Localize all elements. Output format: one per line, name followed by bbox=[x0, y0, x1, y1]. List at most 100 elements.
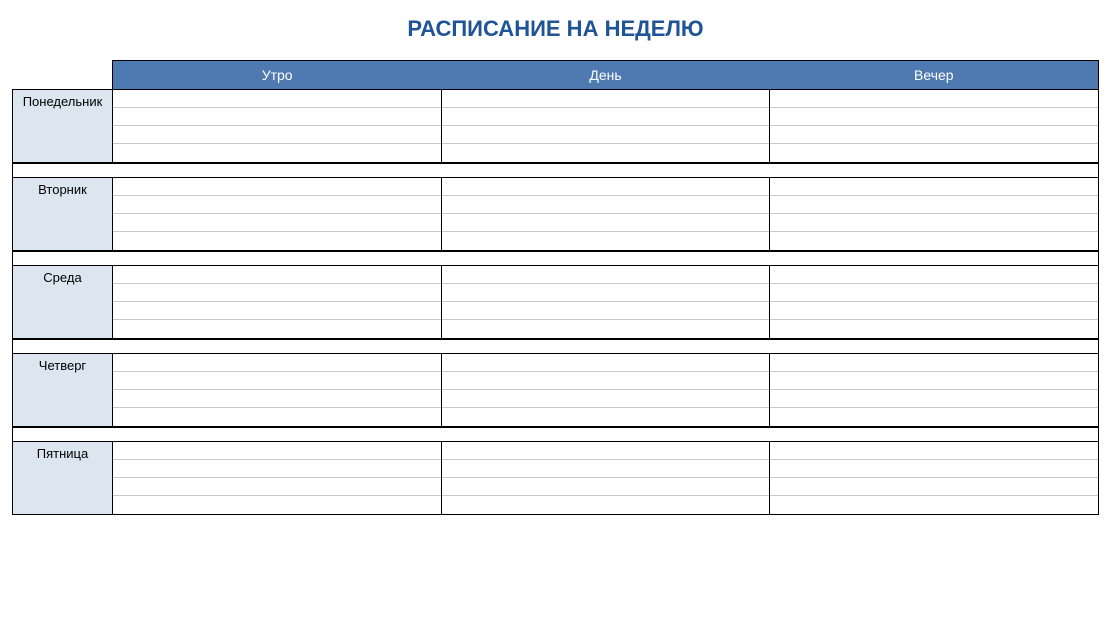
day-block-monday: Понедельник bbox=[12, 89, 1099, 163]
slot-row bbox=[770, 372, 1098, 390]
slot-row bbox=[442, 302, 770, 320]
slot-row bbox=[770, 354, 1098, 372]
slot-row bbox=[113, 390, 441, 408]
day-slots bbox=[113, 90, 1098, 162]
day-slots bbox=[113, 178, 1098, 250]
slot-row bbox=[113, 90, 441, 108]
col-evening: Вечер bbox=[770, 61, 1098, 89]
slot-row bbox=[113, 460, 441, 478]
slot-row bbox=[442, 214, 770, 232]
slot-row bbox=[442, 232, 770, 250]
day-label-monday: Понедельник bbox=[13, 90, 113, 162]
slot-row bbox=[770, 478, 1098, 496]
slot-row bbox=[770, 196, 1098, 214]
slot-row bbox=[113, 126, 441, 144]
slot-row bbox=[770, 320, 1098, 338]
slot-row bbox=[770, 460, 1098, 478]
slot-row bbox=[770, 90, 1098, 108]
time-headers: Утро День Вечер bbox=[112, 60, 1099, 89]
slot-morning[interactable] bbox=[113, 178, 441, 250]
day-slots bbox=[113, 266, 1098, 338]
slot-row bbox=[442, 126, 770, 144]
slot-row bbox=[442, 496, 770, 514]
slot-row bbox=[442, 144, 770, 162]
slot-row bbox=[442, 90, 770, 108]
slot-row bbox=[442, 408, 770, 426]
slot-row bbox=[113, 196, 441, 214]
header-row: Утро День Вечер bbox=[12, 60, 1099, 89]
slot-row bbox=[113, 320, 441, 338]
slot-row bbox=[113, 266, 441, 284]
day-block-wednesday: Среда bbox=[12, 265, 1099, 339]
slot-row bbox=[770, 496, 1098, 514]
slot-day[interactable] bbox=[441, 354, 770, 426]
slot-row bbox=[770, 144, 1098, 162]
slot-morning[interactable] bbox=[113, 266, 441, 338]
slot-row bbox=[442, 284, 770, 302]
schedule-table: Утро День Вечер Понедельник bbox=[12, 60, 1099, 515]
day-block-friday: Пятница bbox=[12, 441, 1099, 515]
slot-row bbox=[113, 178, 441, 196]
slot-row bbox=[113, 214, 441, 232]
slot-row bbox=[442, 266, 770, 284]
day-spacer bbox=[12, 251, 1099, 265]
slot-day[interactable] bbox=[441, 442, 770, 514]
slot-row bbox=[442, 196, 770, 214]
slot-row bbox=[113, 478, 441, 496]
slot-row bbox=[113, 284, 441, 302]
slot-row bbox=[113, 354, 441, 372]
slot-row bbox=[442, 460, 770, 478]
slot-day[interactable] bbox=[441, 90, 770, 162]
slot-row bbox=[113, 144, 441, 162]
slot-row bbox=[770, 108, 1098, 126]
slot-morning[interactable] bbox=[113, 90, 441, 162]
page-title: РАСПИСАНИЕ НА НЕДЕЛЮ bbox=[12, 16, 1099, 42]
slot-row bbox=[113, 496, 441, 514]
day-label-wednesday: Среда bbox=[13, 266, 113, 338]
slot-row bbox=[770, 178, 1098, 196]
slot-row bbox=[442, 442, 770, 460]
slot-day[interactable] bbox=[441, 178, 770, 250]
slot-evening[interactable] bbox=[769, 354, 1098, 426]
slot-morning[interactable] bbox=[113, 354, 441, 426]
slot-row bbox=[442, 108, 770, 126]
slot-day[interactable] bbox=[441, 266, 770, 338]
col-morning: Утро bbox=[113, 61, 441, 89]
slot-row bbox=[113, 408, 441, 426]
day-spacer bbox=[12, 163, 1099, 177]
slot-evening[interactable] bbox=[769, 90, 1098, 162]
slot-row bbox=[442, 478, 770, 496]
slot-row bbox=[113, 372, 441, 390]
slot-row bbox=[770, 302, 1098, 320]
day-block-thursday: Четверг bbox=[12, 353, 1099, 427]
slot-row bbox=[442, 320, 770, 338]
slot-row bbox=[770, 126, 1098, 144]
day-label-friday: Пятница bbox=[13, 442, 113, 514]
header-empty-corner bbox=[12, 60, 112, 89]
slot-row bbox=[113, 302, 441, 320]
slot-row bbox=[442, 178, 770, 196]
slot-row bbox=[442, 390, 770, 408]
slot-row bbox=[770, 390, 1098, 408]
slot-evening[interactable] bbox=[769, 266, 1098, 338]
slot-row bbox=[113, 232, 441, 250]
day-label-tuesday: Вторник bbox=[13, 178, 113, 250]
slot-row bbox=[770, 232, 1098, 250]
slot-morning[interactable] bbox=[113, 442, 441, 514]
slot-row bbox=[770, 266, 1098, 284]
day-block-tuesday: Вторник bbox=[12, 177, 1099, 251]
day-spacer bbox=[12, 427, 1099, 441]
day-slots bbox=[113, 354, 1098, 426]
slot-row bbox=[113, 108, 441, 126]
slot-row bbox=[770, 408, 1098, 426]
slot-row bbox=[770, 214, 1098, 232]
slot-row bbox=[442, 372, 770, 390]
slot-row bbox=[442, 354, 770, 372]
slot-evening[interactable] bbox=[769, 178, 1098, 250]
day-slots bbox=[113, 442, 1098, 514]
day-spacer bbox=[12, 339, 1099, 353]
slot-row bbox=[770, 442, 1098, 460]
slot-evening[interactable] bbox=[769, 442, 1098, 514]
day-label-thursday: Четверг bbox=[13, 354, 113, 426]
slot-row bbox=[113, 442, 441, 460]
